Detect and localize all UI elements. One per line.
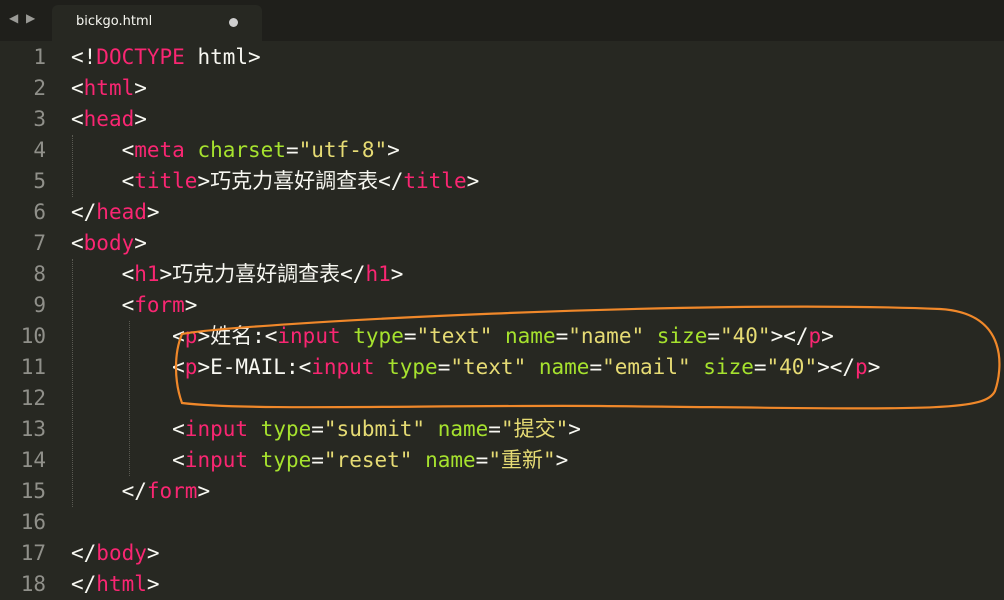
tab-filename: bickgo.html xyxy=(76,14,153,29)
tab-bar: ◀ ▶ bickgo.html xyxy=(0,0,1004,41)
highlight-oval-path xyxy=(174,305,1001,410)
unsaved-dot-icon[interactable] xyxy=(229,18,238,27)
tab-bickgo-html[interactable]: bickgo.html xyxy=(52,5,262,41)
highlight-oval-annotation xyxy=(174,305,1001,410)
code-editor[interactable]: 1 2 3 4 5 6 7 8 9 10 11 12 13 14 15 16 17 18 <!DOCTYPE ht… xyxy=(0,41,1004,599)
tab-nav-arrows-icon[interactable]: ◀ ▶ xyxy=(9,11,37,25)
